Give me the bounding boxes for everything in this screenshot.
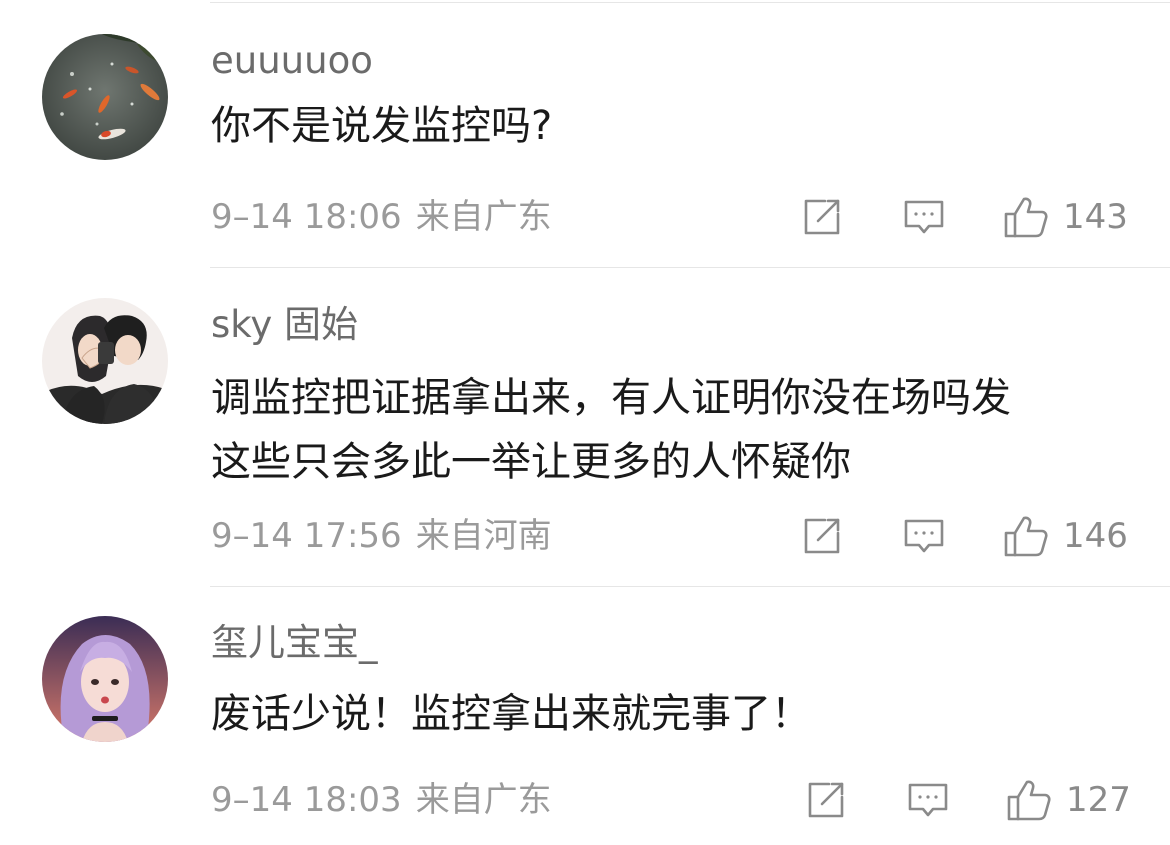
reply-icon: [904, 519, 944, 553]
like-button[interactable]: 127: [1006, 778, 1131, 822]
like-button[interactable]: 143: [1003, 195, 1128, 239]
divider: [210, 586, 1170, 587]
comment-text-line: 你不是说发监控吗?: [211, 103, 553, 149]
girl-portrait-avatar-icon: [42, 616, 168, 742]
comment-location: 来自广东: [415, 197, 552, 237]
comment-timestamp: 9–14 18:06 来自广东: [211, 192, 552, 242]
share-button[interactable]: [801, 195, 843, 239]
reply-button[interactable]: [907, 778, 949, 822]
comment-text-line: 这些只会多此一举让更多的人怀疑你: [211, 439, 851, 485]
user-avatar[interactable]: [42, 616, 168, 742]
comment-text: 你不是说发监控吗?: [211, 94, 1170, 158]
like-count: 143: [1063, 197, 1128, 237]
thumbs-up-icon: [1004, 516, 1048, 557]
username[interactable]: 玺儿宝宝_: [211, 620, 1170, 666]
comment-text: 调监控把证据拿出来，有人证明你没在场吗发 这些只会多此一举让更多的人怀疑你: [211, 366, 1170, 494]
comment-text-line: 调监控把证据拿出来，有人证明你没在场吗发: [211, 375, 1011, 421]
koi-pond-avatar-icon: [42, 34, 168, 160]
username[interactable]: euuuuoo: [211, 38, 1170, 84]
comment-date: 9–14 17:56: [211, 516, 402, 556]
reply-icon: [908, 783, 948, 817]
comment-text-line: 废话少说！监控拿出来就完事了！: [211, 691, 811, 737]
share-button[interactable]: [801, 514, 843, 558]
divider: [210, 267, 1170, 268]
user-avatar[interactable]: [42, 34, 168, 160]
comment-timestamp: 9–14 17:56 来自河南: [211, 511, 552, 561]
comment-location: 来自广东: [415, 780, 552, 820]
reply-icon: [904, 200, 944, 234]
comment-meta: 9–14 17:56 来自河南 146: [211, 511, 1170, 561]
share-icon: [808, 782, 844, 818]
username[interactable]: sky 固始: [211, 302, 1170, 348]
reply-button[interactable]: [903, 514, 945, 558]
thumbs-up-icon: [1007, 780, 1051, 821]
divider: [210, 2, 1170, 3]
comment-timestamp: 9–14 18:03 来自广东: [211, 775, 552, 825]
like-count: 146: [1063, 516, 1128, 556]
comment-text: 废话少说！监控拿出来就完事了！: [211, 682, 1170, 746]
thumbs-up-icon: [1004, 197, 1048, 238]
comment-location: 来自河南: [415, 516, 552, 556]
share-button[interactable]: [805, 778, 847, 822]
comment-date: 9–14 18:06: [211, 197, 402, 237]
comment-meta: 9–14 18:03 来自广东 127: [211, 775, 1170, 825]
like-count: 127: [1066, 780, 1131, 820]
couple-illustration-avatar-icon: [42, 298, 168, 424]
reply-button[interactable]: [903, 195, 945, 239]
share-icon: [804, 518, 840, 554]
user-avatar[interactable]: [42, 298, 168, 424]
share-icon: [804, 199, 840, 235]
comment-meta: 9–14 18:06 来自广东 143: [211, 192, 1170, 242]
comment-date: 9–14 18:03: [211, 780, 402, 820]
comment-list: euuuuoo 你不是说发监控吗? 9–14 18:06 来自广东 143 sk…: [0, 0, 1170, 845]
like-button[interactable]: 146: [1003, 514, 1128, 558]
